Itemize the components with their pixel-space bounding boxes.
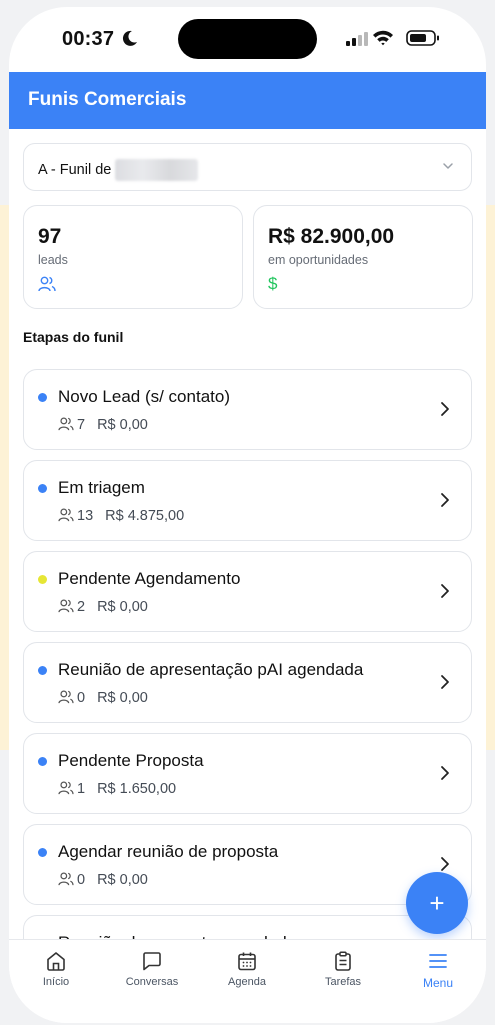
chat-icon [143, 952, 161, 971]
menu-icon [429, 954, 447, 968]
stage-name: Pendente Proposta [58, 751, 204, 770]
stage-lead-count: 0 [77, 872, 86, 888]
stage-name: Pendente Agendamento [58, 569, 241, 588]
battery-icon [406, 30, 439, 46]
tab-inicio[interactable]: Início [11, 950, 101, 988]
stage-name: Novo Lead (s/ contato) [58, 387, 230, 406]
chevron-right-icon [441, 857, 449, 871]
stage-lead-count: 7 [77, 417, 86, 433]
tab-label: Conversas [125, 976, 179, 988]
stage-status-dot [38, 484, 47, 493]
leads-stat-card: 97 leads [23, 205, 243, 309]
users-icon [58, 508, 74, 522]
stage-name: Agendar reunião de proposta [58, 842, 279, 861]
users-icon [58, 690, 74, 704]
tab-label: Menu [422, 976, 454, 990]
stage-amount: R$ 4.875,00 [105, 508, 185, 524]
redacted-name [115, 159, 199, 181]
stage-meta: 0 R$ 0,00 [58, 872, 148, 888]
stage-lead-count: 13 [77, 508, 94, 524]
stage-name: Reunião de apresentação pAI agendada [58, 660, 364, 679]
moon-icon [122, 30, 137, 46]
users-icon [58, 417, 74, 431]
section-title: Etapas do funil [23, 329, 124, 345]
chevron-down-icon [443, 163, 453, 169]
stage-lead-count: 2 [77, 599, 86, 615]
stage-amount: R$ 0,00 [97, 872, 148, 888]
dynamic-island [178, 19, 317, 59]
stage-card[interactable]: Novo Lead (s/ contato) 7 R$ 0,00 [23, 369, 472, 450]
chevron-right-icon [441, 584, 449, 598]
opportunities-label: em oportunidades [268, 253, 369, 267]
stage-meta: 2 R$ 0,00 [58, 599, 148, 615]
phone-screen: 00:37 Funis Comerciais A - Funil de 97 l… [9, 7, 486, 1023]
stage-card[interactable]: Reunião de apresentação pAI agendada 0 R$ … [23, 642, 472, 723]
tab-label: Início [42, 976, 70, 988]
users-icon [58, 872, 74, 886]
plus-icon: + [429, 888, 445, 918]
stage-meta: 0 R$ 0,00 [58, 690, 148, 706]
tab-label: Tarefas [324, 976, 362, 988]
users-icon [58, 599, 74, 613]
chevron-right-icon [441, 675, 449, 689]
stage-amount: R$ 0,00 [97, 690, 148, 706]
tab-tarefas[interactable]: Tarefas [298, 950, 388, 988]
stage-card[interactable]: Agendar reunião de proposta 0 R$ 0,00 [23, 824, 472, 905]
home-icon [47, 952, 65, 971]
stage-meta: 7 R$ 0,00 [58, 417, 148, 433]
stage-card[interactable]: Reunião de proposta agendada [23, 915, 472, 939]
tab-agenda[interactable]: Agenda [202, 950, 292, 988]
stage-status-dot [38, 757, 47, 766]
stage-card[interactable]: Em triagem 13 R$ 4.875,00 [23, 460, 472, 541]
clipboard-icon [335, 951, 351, 971]
opportunities-amount: R$ 82.900,00 [268, 225, 395, 248]
stage-lead-count: 0 [77, 690, 86, 706]
stage-card[interactable]: Pendente Proposta 1 R$ 1.650,00 [23, 733, 472, 814]
chevron-right-icon [441, 402, 449, 416]
signal-icon [346, 32, 368, 46]
tab-conversas[interactable]: Conversas [107, 950, 197, 988]
stage-status-dot [38, 393, 47, 402]
leads-label: leads [38, 253, 68, 267]
chevron-right-icon [441, 493, 449, 507]
leads-count: 97 [38, 225, 62, 248]
bottom-nav: Início Conversas Agenda Tarefas Menu [9, 939, 486, 1023]
status-bar: 00:37 [9, 7, 486, 71]
page-title: Funis Comerciais [28, 89, 187, 110]
users-icon [58, 781, 74, 795]
stage-amount: R$ 0,00 [97, 417, 148, 433]
funnel-select-value: A - Funil de [38, 159, 199, 181]
users-icon [38, 276, 56, 292]
stage-status-dot [38, 575, 47, 584]
stage-lead-count: 1 [77, 781, 86, 797]
stage-amount: R$ 0,00 [97, 599, 148, 615]
stage-status-dot [38, 666, 47, 675]
app-header: Funis Comerciais [9, 72, 486, 129]
stage-amount: R$ 1.650,00 [97, 781, 177, 797]
tab-menu[interactable]: Menu [393, 950, 483, 990]
main-content: A - Funil de 97 leads R$ 82.900,00 em op… [9, 129, 486, 939]
status-time: 00:37 [62, 28, 115, 50]
tab-label: Agenda [228, 976, 266, 988]
stage-card[interactable]: Pendente Agendamento 2 R$ 0,00 [23, 551, 472, 632]
stage-meta: 1 R$ 1.650,00 [58, 781, 176, 797]
opportunities-stat-card: R$ 82.900,00 em oportunidades $ [253, 205, 473, 309]
funnel-select[interactable]: A - Funil de [23, 143, 472, 191]
stage-meta: 13 R$ 4.875,00 [58, 508, 184, 524]
dollar-icon: $ [268, 274, 278, 293]
stage-status-dot [38, 848, 47, 857]
wifi-icon [373, 30, 393, 46]
calendar-icon [238, 952, 256, 971]
stage-name: Em triagem [58, 478, 145, 497]
add-button[interactable]: + [406, 872, 468, 934]
chevron-right-icon [441, 766, 449, 780]
